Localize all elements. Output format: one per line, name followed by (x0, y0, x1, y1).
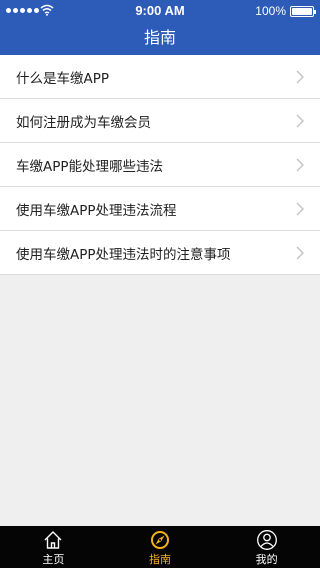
guide-list: 什么是车缴APP 如何注册成为车缴会员 车缴APP能处理哪些违法 使用车缴APP… (0, 55, 320, 275)
battery-percentage: 100% (255, 4, 286, 18)
chevron-right-icon (296, 246, 304, 260)
page-title: 指南 (0, 22, 320, 55)
list-item-label: 使用车缴APP处理违法时的注意事项 (16, 246, 231, 263)
list-item-label: 使用车缴APP处理违法流程 (16, 202, 177, 219)
chevron-right-icon (296, 114, 304, 128)
guide-item-precautions[interactable]: 使用车缴APP处理违法时的注意事项 (0, 231, 320, 275)
list-item-label: 如何注册成为车缴会员 (16, 114, 151, 131)
list-item-label: 什么是车缴APP (16, 70, 110, 87)
tab-guide[interactable]: 指南 (107, 526, 214, 568)
guide-item-register-member[interactable]: 如何注册成为车缴会员 (0, 99, 320, 143)
guide-item-violation-types[interactable]: 车缴APP能处理哪些违法 (0, 143, 320, 187)
list-item-label: 车缴APP能处理哪些违法 (16, 158, 164, 175)
guide-item-process-flow[interactable]: 使用车缴APP处理违法流程 (0, 187, 320, 231)
tab-label: 指南 (149, 553, 171, 566)
tab-label: 我的 (255, 553, 278, 566)
tab-home[interactable]: 主页 (0, 526, 107, 568)
guide-item-what-is-app[interactable]: 什么是车缴APP (0, 55, 320, 99)
user-icon (256, 530, 277, 550)
tab-label: 主页 (42, 553, 65, 566)
compass-icon (151, 531, 169, 549)
chevron-right-icon (296, 202, 304, 216)
chevron-right-icon (296, 70, 304, 84)
tab-bar: 主页 指南 我的 (0, 526, 320, 568)
status-bar: 9:00 AM 100% (0, 0, 320, 22)
battery-icon (290, 6, 316, 17)
home-icon (44, 531, 62, 549)
tab-mine[interactable]: 我的 (213, 526, 320, 568)
chevron-right-icon (296, 158, 304, 172)
